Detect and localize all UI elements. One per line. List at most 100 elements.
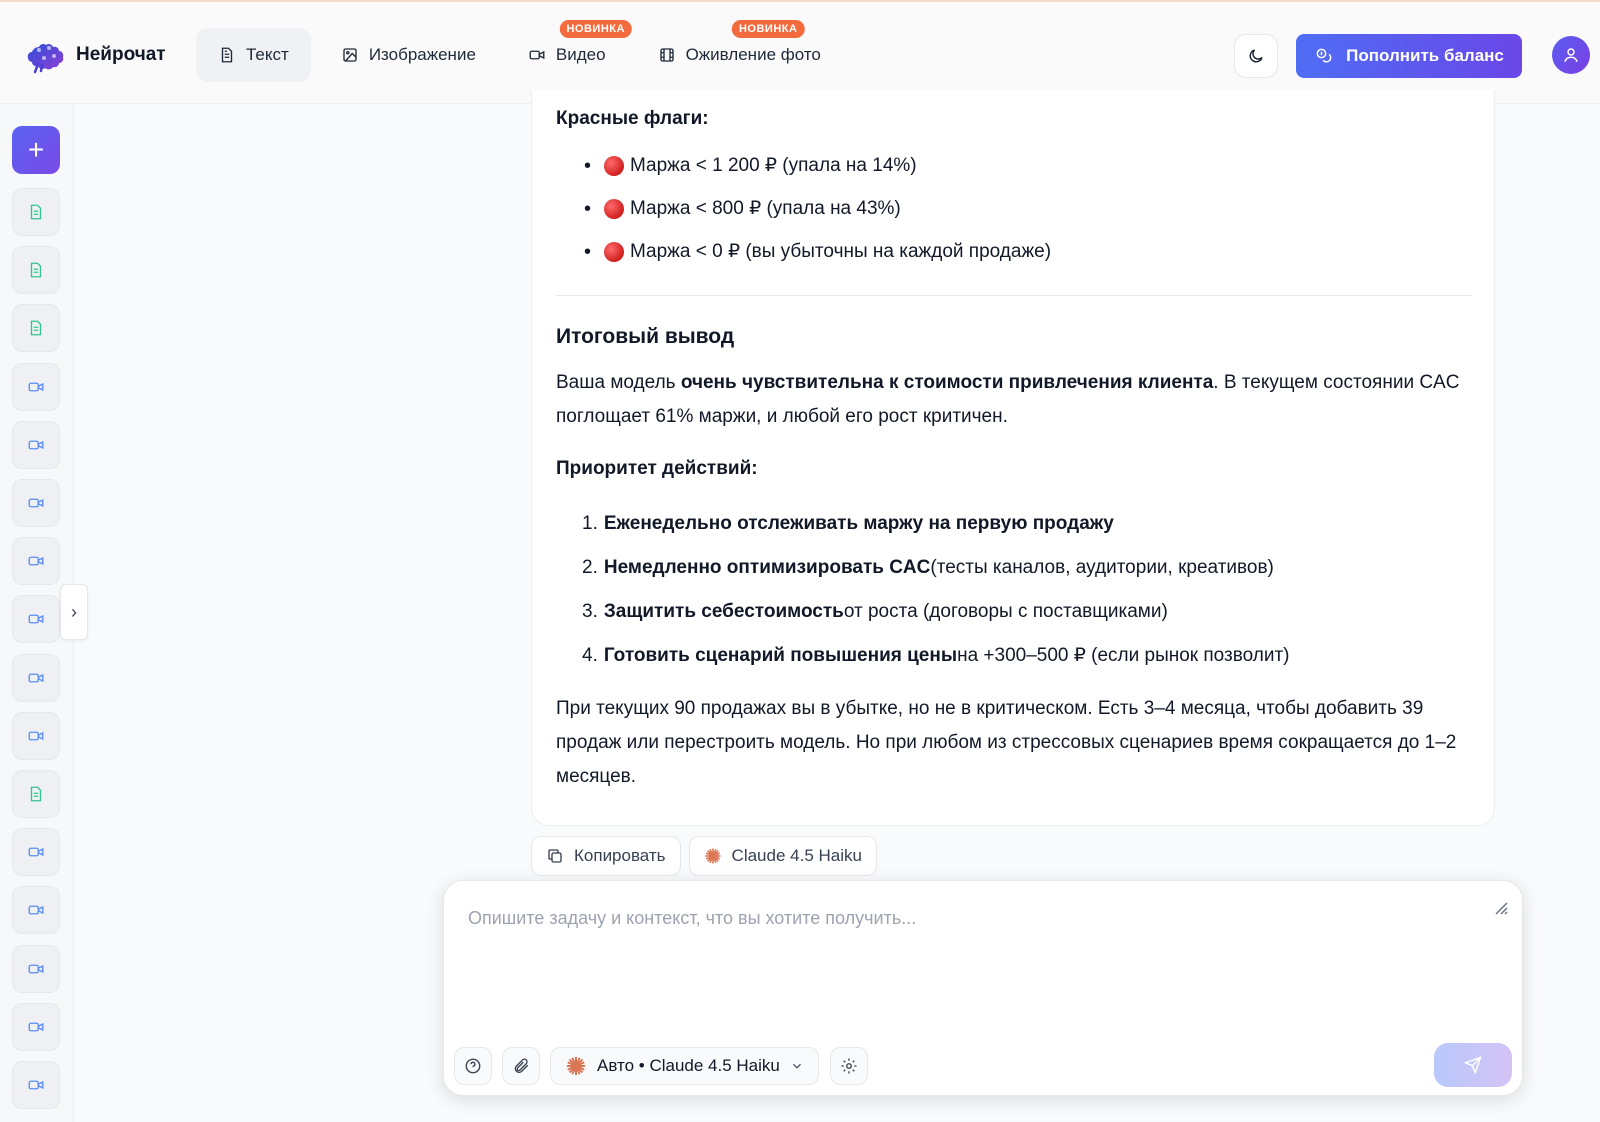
history-item-video[interactable]	[12, 537, 60, 586]
copy-label: Копировать	[574, 846, 666, 865]
history-item-text[interactable]	[12, 188, 60, 236]
list-item: 4. Готовить сценарий повышения цены на +3…	[582, 645, 1290, 666]
history-item-video[interactable]	[12, 479, 60, 527]
message-content: Красные флаги: Маржа < 1 200 ₽ (упала на…	[556, 102, 1472, 812]
video-icon	[28, 498, 44, 508]
history-item-video[interactable]	[12, 711, 60, 760]
user-avatar[interactable]	[1552, 36, 1590, 74]
model-select[interactable]: Авто • Claude 4.5 Haiku	[550, 1047, 819, 1085]
new-badge: НОВИНКА	[731, 20, 805, 38]
user-icon	[1564, 48, 1578, 62]
video-icon	[28, 556, 44, 566]
history-item-video[interactable]	[12, 1061, 60, 1109]
list-item: 3. Защитить себестоимость от роста (догов…	[582, 601, 1168, 622]
topup-balance-button[interactable]: Пополнить баланс	[1296, 34, 1522, 78]
nav-tab-text[interactable]: Текст	[196, 28, 311, 82]
list-item: Маржа < 0 ₽ (вы убыточны на каждой прода…	[556, 230, 1472, 273]
video-icon	[28, 614, 44, 624]
document-icon	[221, 47, 233, 63]
history-item-text[interactable]	[12, 770, 60, 818]
list-item: Маржа < 800 ₽ (упала на 43%)	[556, 187, 1472, 230]
assistant-message-card: Красные флаги: Маржа < 1 200 ₽ (упала на…	[531, 90, 1495, 826]
resize-handle-icon[interactable]	[1494, 901, 1508, 915]
video-icon	[28, 1022, 44, 1032]
prompt-input[interactable]	[468, 903, 1468, 933]
moon-icon	[1249, 49, 1263, 63]
message-composer: Авто • Claude 4.5 Haiku	[443, 880, 1523, 1096]
final-paragraph: Ваша модель очень чувствительна к стоимо…	[556, 372, 1460, 427]
history-item-video[interactable]	[12, 1002, 60, 1051]
settings-button[interactable]	[830, 1047, 868, 1085]
help-button[interactable]	[454, 1047, 492, 1085]
document-icon	[30, 204, 42, 220]
model-label: Claude 4.5 Haiku	[731, 846, 862, 865]
priority-list: 1. Еженедельно отслеживать маржу на перву…	[556, 502, 1472, 678]
video-icon	[28, 382, 44, 392]
send-button[interactable]	[1434, 1043, 1512, 1087]
history-item-video[interactable]	[12, 595, 60, 644]
claude-sparkle-icon	[705, 848, 721, 864]
history-item-video[interactable]	[12, 653, 60, 702]
video-icon	[28, 440, 44, 450]
model-select-label: Авто • Claude 4.5 Haiku	[597, 1056, 780, 1075]
video-icon	[28, 905, 44, 915]
final-heading: Итоговый вывод	[556, 325, 735, 348]
chevron-right-icon: ›	[71, 601, 77, 622]
message-actions: Копировать Claude 4.5 Haiku	[531, 836, 877, 876]
video-icon	[28, 847, 44, 857]
theme-toggle-button[interactable]	[1234, 34, 1278, 78]
nav-tab-video[interactable]: НОВИНКА Видео	[506, 20, 632, 82]
paperclip-icon	[514, 1058, 529, 1073]
history-item-video[interactable]	[12, 944, 60, 993]
document-icon	[30, 786, 42, 802]
expand-sidebar-button[interactable]: ›	[60, 584, 88, 640]
new-chat-button[interactable]: +	[12, 126, 60, 174]
topup-label: Пополнить баланс	[1346, 46, 1504, 65]
nav-tab-label: Текст	[246, 45, 289, 64]
copy-button[interactable]: Копировать	[531, 836, 681, 876]
priority-heading: Приоритет действий:	[556, 458, 758, 479]
film-icon	[659, 48, 674, 62]
history-item-text[interactable]	[12, 246, 60, 295]
brain-logo-icon	[27, 43, 64, 74]
nav-tab-label: Видео	[555, 45, 606, 64]
help-icon	[465, 1058, 481, 1074]
attach-button[interactable]	[502, 1047, 540, 1085]
history-item-text[interactable]	[12, 304, 60, 353]
copy-icon	[548, 849, 562, 863]
coins-icon	[1316, 48, 1332, 63]
nav-tab-label: Оживление фото	[685, 45, 821, 64]
document-icon	[30, 320, 42, 336]
chevron-down-icon	[792, 1063, 801, 1069]
list-item: Маржа < 1 200 ₽ (упала на 14%)	[556, 144, 1472, 187]
app-logo[interactable]: Нейрочат	[24, 34, 166, 76]
claude-sparkle-icon	[566, 1056, 586, 1076]
send-icon	[1464, 1056, 1482, 1074]
nav-tab-label: Изображение	[368, 45, 476, 64]
nav-tab-image[interactable]: Изображение	[319, 28, 498, 82]
gear-icon	[841, 1058, 857, 1074]
app-name: Нейрочат	[76, 44, 166, 65]
list-item: 2. Немедленно оптимизировать CAC (тесты к…	[582, 557, 1274, 578]
image-icon	[343, 48, 357, 62]
divider	[556, 295, 1472, 296]
main-nav: Текст Изображение НОВИНКА Видео НОВИНКА …	[196, 20, 843, 82]
video-icon	[28, 673, 44, 683]
history-item-video[interactable]	[12, 420, 60, 469]
video-icon	[529, 50, 545, 60]
history-item-video[interactable]	[12, 828, 60, 877]
history-item-video[interactable]	[12, 886, 60, 935]
nav-tab-animate-photo[interactable]: НОВИНКА Оживление фото	[636, 20, 843, 82]
new-badge: НОВИНКА	[559, 20, 632, 38]
top-header: Нейрочат Текст Изображение НОВИНКА Видео…	[0, 0, 1600, 104]
red-flags-heading: Красные флаги:	[556, 108, 709, 129]
model-info-chip[interactable]: Claude 4.5 Haiku	[688, 836, 877, 876]
document-icon	[30, 262, 42, 278]
history-item-video[interactable]	[12, 362, 60, 411]
plus-icon: +	[27, 134, 45, 165]
red-flags-list: Маржа < 1 200 ₽ (упала на 14%) Маржа < 8…	[556, 144, 1472, 273]
red-circle-icon	[604, 198, 624, 219]
red-circle-icon	[604, 241, 624, 262]
list-item: 1. Еженедельно отслеживать маржу на перву…	[582, 513, 1114, 534]
video-icon	[28, 1080, 44, 1090]
